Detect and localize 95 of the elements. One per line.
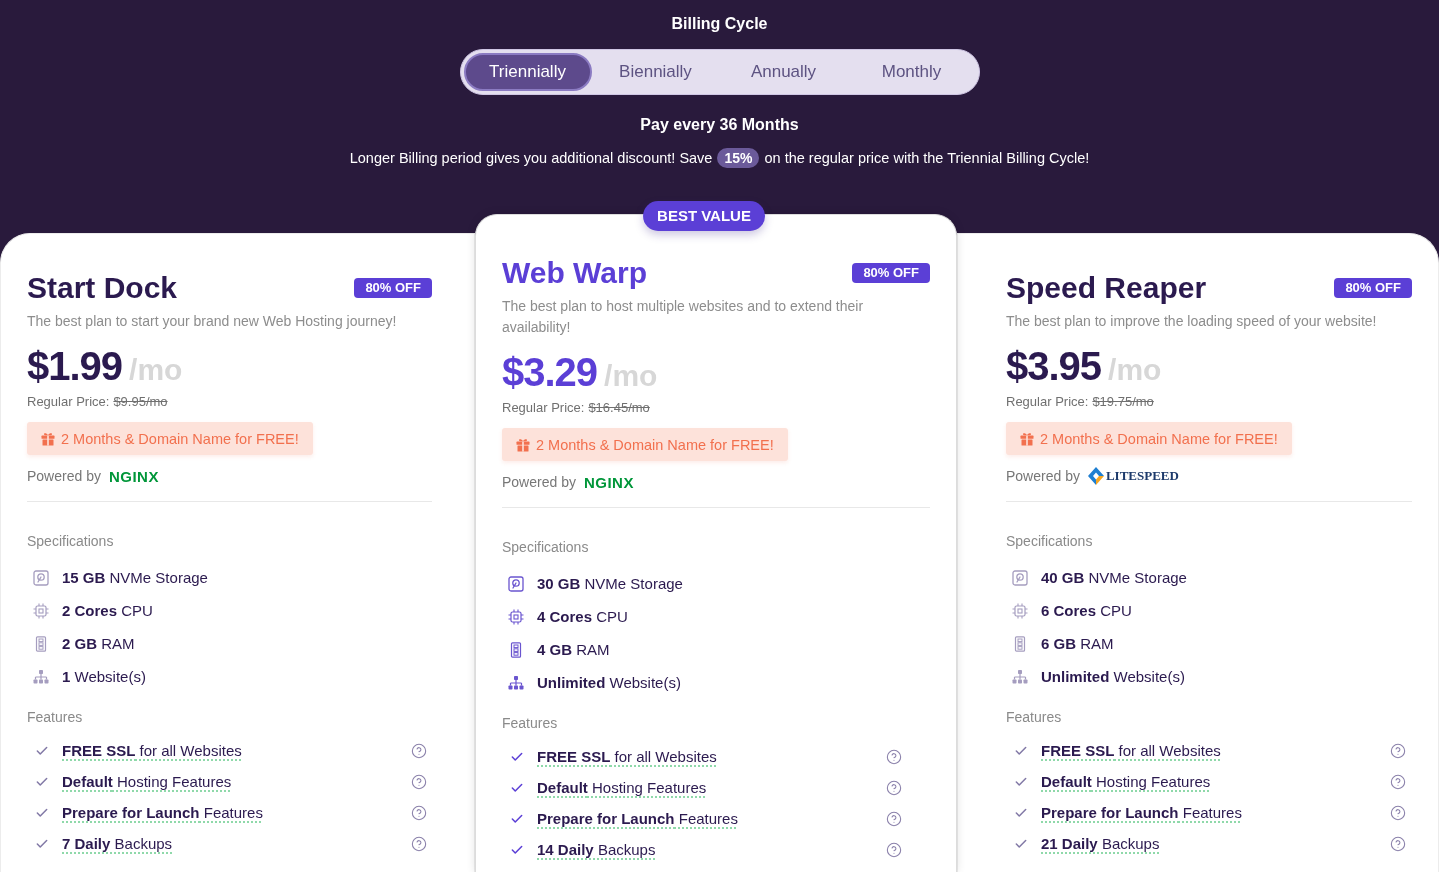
memory-icon (35, 635, 47, 652)
spec-text: 2 GB RAM (62, 635, 135, 652)
plan-price: $3.29 (502, 350, 598, 394)
plan-name: Start Dock (27, 271, 178, 305)
hard-drive-icon (508, 575, 524, 592)
powered-by-label: Powered by (27, 468, 101, 484)
powered-by-label: Powered by (1006, 468, 1080, 484)
spec-text: 6 Cores CPU (1041, 602, 1132, 619)
gift-icon (516, 437, 530, 452)
plan-price: $3.95 (1006, 344, 1102, 388)
chip-icon (33, 602, 49, 619)
section-heading: Specifications (27, 532, 115, 551)
discount-badge: 80% OFF (852, 263, 930, 283)
spec-text: 2 Cores CPU (62, 602, 153, 619)
regular-price-label: Regular Price: (502, 399, 585, 417)
billing-tab[interactable]: Triennially (463, 53, 592, 91)
feature-text: FREE SSL for all Websites (62, 742, 242, 759)
section-heading: Features (1006, 708, 1063, 727)
chip-icon (1012, 602, 1028, 619)
help-icon[interactable] (886, 841, 902, 858)
old-price: $16.45/mo (588, 399, 650, 417)
discount-note-text: on the regular price with the Triennial Billing Cycle! (764, 149, 1090, 168)
spec-text: Unlimited Website(s) (537, 674, 681, 691)
help-icon[interactable] (886, 810, 902, 827)
spec-text: 6 GB RAM (1041, 635, 1114, 652)
plan-name: Web Warp (502, 256, 647, 290)
sitemap-icon (508, 675, 524, 690)
hard-drive-icon (1012, 569, 1028, 586)
plan-description: The best plan to improve the loading speed of your website! (1006, 312, 1378, 331)
old-price: $19.75/mo (1092, 393, 1154, 411)
discount-badge: 80% OFF (354, 278, 432, 298)
memory-icon (510, 641, 522, 658)
logo-mark-icon (1087, 467, 1104, 485)
feature-text: FREE SSL for all Websites (537, 748, 717, 765)
help-icon[interactable] (886, 779, 902, 796)
feature-text: 21 Daily Backups (1041, 835, 1160, 852)
spec-text: 30 GB NVMe Storage (537, 575, 683, 592)
help-icon[interactable] (1390, 742, 1406, 759)
sitemap-icon (1012, 669, 1028, 684)
billing-period-text: Pay every 36 Months (640, 115, 799, 135)
help-icon[interactable] (411, 742, 427, 759)
promo-text: 2 Months & Domain Name for FREE! (61, 430, 299, 447)
feature-text: FREE SSL for all Websites (1041, 742, 1221, 759)
plan-description: The best plan to host multiple websites and to extend their availability! (502, 297, 865, 337)
billing-tab[interactable]: Biennially (591, 53, 720, 91)
help-icon[interactable] (411, 773, 427, 790)
help-icon[interactable] (886, 748, 902, 765)
plan-description: The best plan to start your brand new Web Hosting journey! (27, 312, 398, 331)
sitemap-icon (33, 669, 49, 684)
feature-text: Prepare for Launch Features (62, 804, 263, 821)
billing-tab[interactable]: Annually (719, 53, 848, 91)
brand-logo: NGINX (583, 473, 634, 491)
promo-text: 2 Months & Domain Name for FREE! (536, 436, 774, 453)
help-icon[interactable] (1390, 773, 1406, 790)
old-price: $9.95/mo (113, 393, 168, 411)
spec-text: 4 GB RAM (537, 641, 610, 658)
feature-text: Default Hosting Features (62, 773, 232, 790)
feature-text: Default Hosting Features (537, 779, 707, 796)
feature-text: 14 Daily Backups (537, 841, 656, 858)
feature-text: Prepare for Launch Features (1041, 804, 1242, 821)
spec-text: Unlimited Website(s) (1041, 668, 1185, 685)
discount-percent-badge: 15% (717, 148, 760, 168)
section-heading: Specifications (502, 538, 590, 557)
billing-tab[interactable]: Monthly (847, 53, 976, 91)
powered-by-label: Powered by (502, 474, 576, 490)
feature-text: Prepare for Launch Features (537, 810, 738, 827)
plan-name: Speed Reaper (1006, 271, 1207, 305)
gift-icon (41, 431, 55, 446)
promo-text: 2 Months & Domain Name for FREE! (1040, 430, 1278, 447)
feature-text: 7 Daily Backups (62, 835, 173, 852)
gift-icon (1020, 431, 1034, 446)
billing-cycle-title: Billing Cycle (671, 14, 768, 34)
help-icon[interactable] (1390, 835, 1406, 852)
brand-logo: LITESPEED (1105, 468, 1179, 484)
spec-text: 15 GB NVMe Storage (62, 569, 208, 586)
regular-price-label: Regular Price: (1006, 393, 1089, 411)
feature-text: Default Hosting Features (1041, 773, 1211, 790)
regular-price-label: Regular Price: (27, 393, 110, 411)
chip-icon (508, 608, 524, 625)
section-heading: Specifications (1006, 532, 1094, 551)
memory-icon (1014, 635, 1026, 652)
help-icon[interactable] (411, 835, 427, 852)
plan-price: $1.99 (27, 344, 123, 388)
spec-text: 4 Cores CPU (537, 608, 628, 625)
help-icon[interactable] (411, 804, 427, 821)
spec-text: 40 GB NVMe Storage (1041, 569, 1187, 586)
discount-note-text: Longer Billing period gives you additional discount! Save (349, 149, 713, 168)
spec-text: 1 Website(s) (62, 668, 146, 685)
plan-ribbon: BEST VALUE (643, 201, 765, 231)
help-icon[interactable] (1390, 804, 1406, 821)
discount-badge: 80% OFF (1334, 278, 1412, 298)
brand-logo: NGINX (108, 467, 159, 485)
section-heading: Features (27, 708, 84, 727)
section-heading: Features (502, 714, 559, 733)
hard-drive-icon (33, 569, 49, 586)
